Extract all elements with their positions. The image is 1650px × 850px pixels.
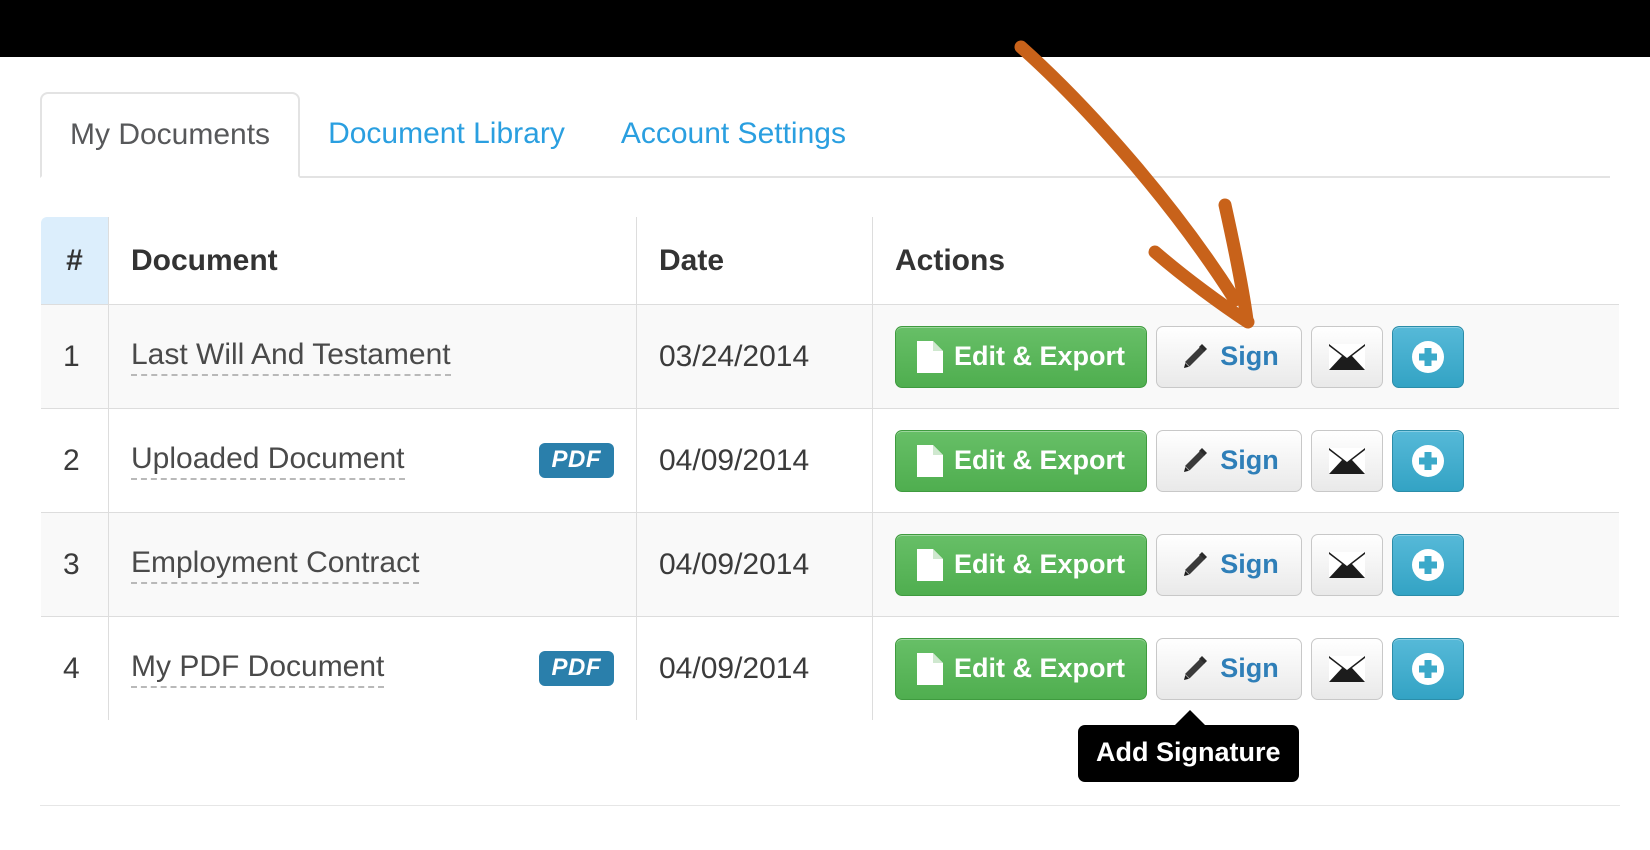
- pdf-badge: PDF: [538, 442, 614, 479]
- edit-export-label: Edit & Export: [953, 445, 1125, 475]
- actions-cell: Edit & Export Sign: [872, 616, 1619, 720]
- envelope-icon: [1329, 343, 1365, 370]
- email-button[interactable]: [1311, 533, 1383, 596]
- edit-export-label: Edit & Export: [953, 549, 1125, 579]
- column-header-actions: Actions: [872, 217, 1619, 305]
- column-header-date[interactable]: Date: [636, 217, 873, 305]
- app-screenshot: My Documents Document Library Account Se…: [0, 0, 1650, 850]
- table-row: 2 Uploaded Document PDF 04/09/2014 Edit …: [41, 408, 1619, 513]
- tooltip-text: Add Signature: [1096, 737, 1281, 767]
- document-cell: Uploaded Document PDF: [108, 408, 637, 513]
- browser-chrome-bar: [0, 0, 1650, 57]
- tab-account-settings[interactable]: Account Settings: [593, 92, 874, 176]
- tab-my-documents-label: My Documents: [70, 118, 271, 151]
- edit-export-button[interactable]: Edit & Export: [895, 429, 1147, 492]
- edit-export-button[interactable]: Edit & Export: [895, 325, 1147, 388]
- document-date: 03/24/2014: [636, 304, 873, 409]
- sign-button[interactable]: Sign: [1156, 429, 1302, 492]
- document-date: 04/09/2014: [636, 512, 873, 617]
- pencil-icon: [1179, 550, 1209, 580]
- edit-export-label: Edit & Export: [953, 653, 1125, 683]
- table-row: 4 My PDF Document PDF 04/09/2014 Edit & …: [41, 616, 1619, 720]
- envelope-icon: [1329, 655, 1365, 682]
- document-icon: [916, 340, 943, 373]
- tab-bar: My Documents Document Library Account Se…: [40, 92, 1610, 178]
- pdf-badge: PDF: [538, 650, 614, 687]
- plus-circle-icon: [1410, 443, 1446, 479]
- column-header-document[interactable]: Document: [108, 217, 637, 305]
- email-button[interactable]: [1311, 325, 1383, 388]
- envelope-icon: [1329, 447, 1365, 474]
- document-icon: [916, 444, 943, 477]
- pencil-icon: [1179, 342, 1209, 372]
- document-date: 04/09/2014: [636, 616, 873, 720]
- sign-button[interactable]: Sign: [1156, 533, 1302, 596]
- email-button[interactable]: [1311, 637, 1383, 700]
- sign-label: Sign: [1220, 445, 1279, 475]
- document-name-editable[interactable]: Employment Contract: [131, 546, 420, 584]
- table-header-row: # Document Date Actions: [41, 217, 1619, 305]
- actions-cell: Edit & Export Sign: [872, 512, 1619, 617]
- document-name-editable[interactable]: Last Will And Testament: [131, 338, 451, 376]
- document-date: 04/09/2014: [636, 408, 873, 513]
- add-document-button[interactable]: [1392, 533, 1464, 596]
- column-header-number[interactable]: #: [41, 217, 109, 305]
- envelope-icon: [1329, 551, 1365, 578]
- row-number: 4: [41, 616, 109, 720]
- actions-cell: Edit & Export Sign: [872, 408, 1619, 513]
- row-number: 2: [41, 408, 109, 513]
- document-name-editable[interactable]: Uploaded Document: [131, 442, 405, 480]
- document-name-editable[interactable]: My PDF Document: [131, 650, 385, 688]
- table-row: 3 Employment Contract 04/09/2014 Edit & …: [41, 512, 1619, 617]
- add-document-button[interactable]: [1392, 429, 1464, 492]
- plus-circle-icon: [1410, 651, 1446, 687]
- tab-my-documents[interactable]: My Documents: [40, 92, 301, 178]
- pencil-icon: [1179, 654, 1209, 684]
- documents-table: # Document Date Actions 1 Last Will And …: [40, 216, 1620, 721]
- document-icon: [916, 548, 943, 581]
- tab-document-library-label: Document Library: [328, 117, 565, 150]
- sign-button[interactable]: Sign: [1156, 325, 1302, 388]
- actions-cell: Edit & Export Sign: [872, 304, 1619, 409]
- document-cell: My PDF Document PDF: [108, 616, 637, 720]
- sign-button[interactable]: Sign: [1156, 637, 1302, 700]
- table-header: # Document Date Actions: [41, 217, 1619, 305]
- tab-account-settings-label: Account Settings: [620, 117, 846, 150]
- documents-table-container: # Document Date Actions 1 Last Will And …: [40, 216, 1620, 721]
- tab-document-library[interactable]: Document Library: [300, 92, 593, 176]
- add-document-button[interactable]: [1392, 325, 1464, 388]
- bottom-divider: [40, 805, 1620, 806]
- row-number: 3: [41, 512, 109, 617]
- email-button[interactable]: [1311, 429, 1383, 492]
- sign-label: Sign: [1220, 341, 1279, 371]
- edit-export-button[interactable]: Edit & Export: [895, 533, 1147, 596]
- pencil-icon: [1179, 446, 1209, 476]
- edit-export-label: Edit & Export: [953, 341, 1125, 371]
- document-cell: Employment Contract: [108, 512, 637, 617]
- table-row: 1 Last Will And Testament 03/24/2014 Edi…: [41, 304, 1619, 409]
- edit-export-button[interactable]: Edit & Export: [895, 637, 1147, 700]
- document-cell: Last Will And Testament: [108, 304, 637, 409]
- document-icon: [916, 652, 943, 685]
- plus-circle-icon: [1410, 339, 1446, 375]
- row-number: 1: [41, 304, 109, 409]
- add-document-button[interactable]: [1392, 637, 1464, 700]
- plus-circle-icon: [1410, 547, 1446, 583]
- sign-label: Sign: [1220, 653, 1279, 683]
- tooltip-add-signature: Add Signature: [1078, 710, 1299, 782]
- table-body: 1 Last Will And Testament 03/24/2014 Edi…: [41, 304, 1619, 720]
- sign-label: Sign: [1220, 549, 1279, 579]
